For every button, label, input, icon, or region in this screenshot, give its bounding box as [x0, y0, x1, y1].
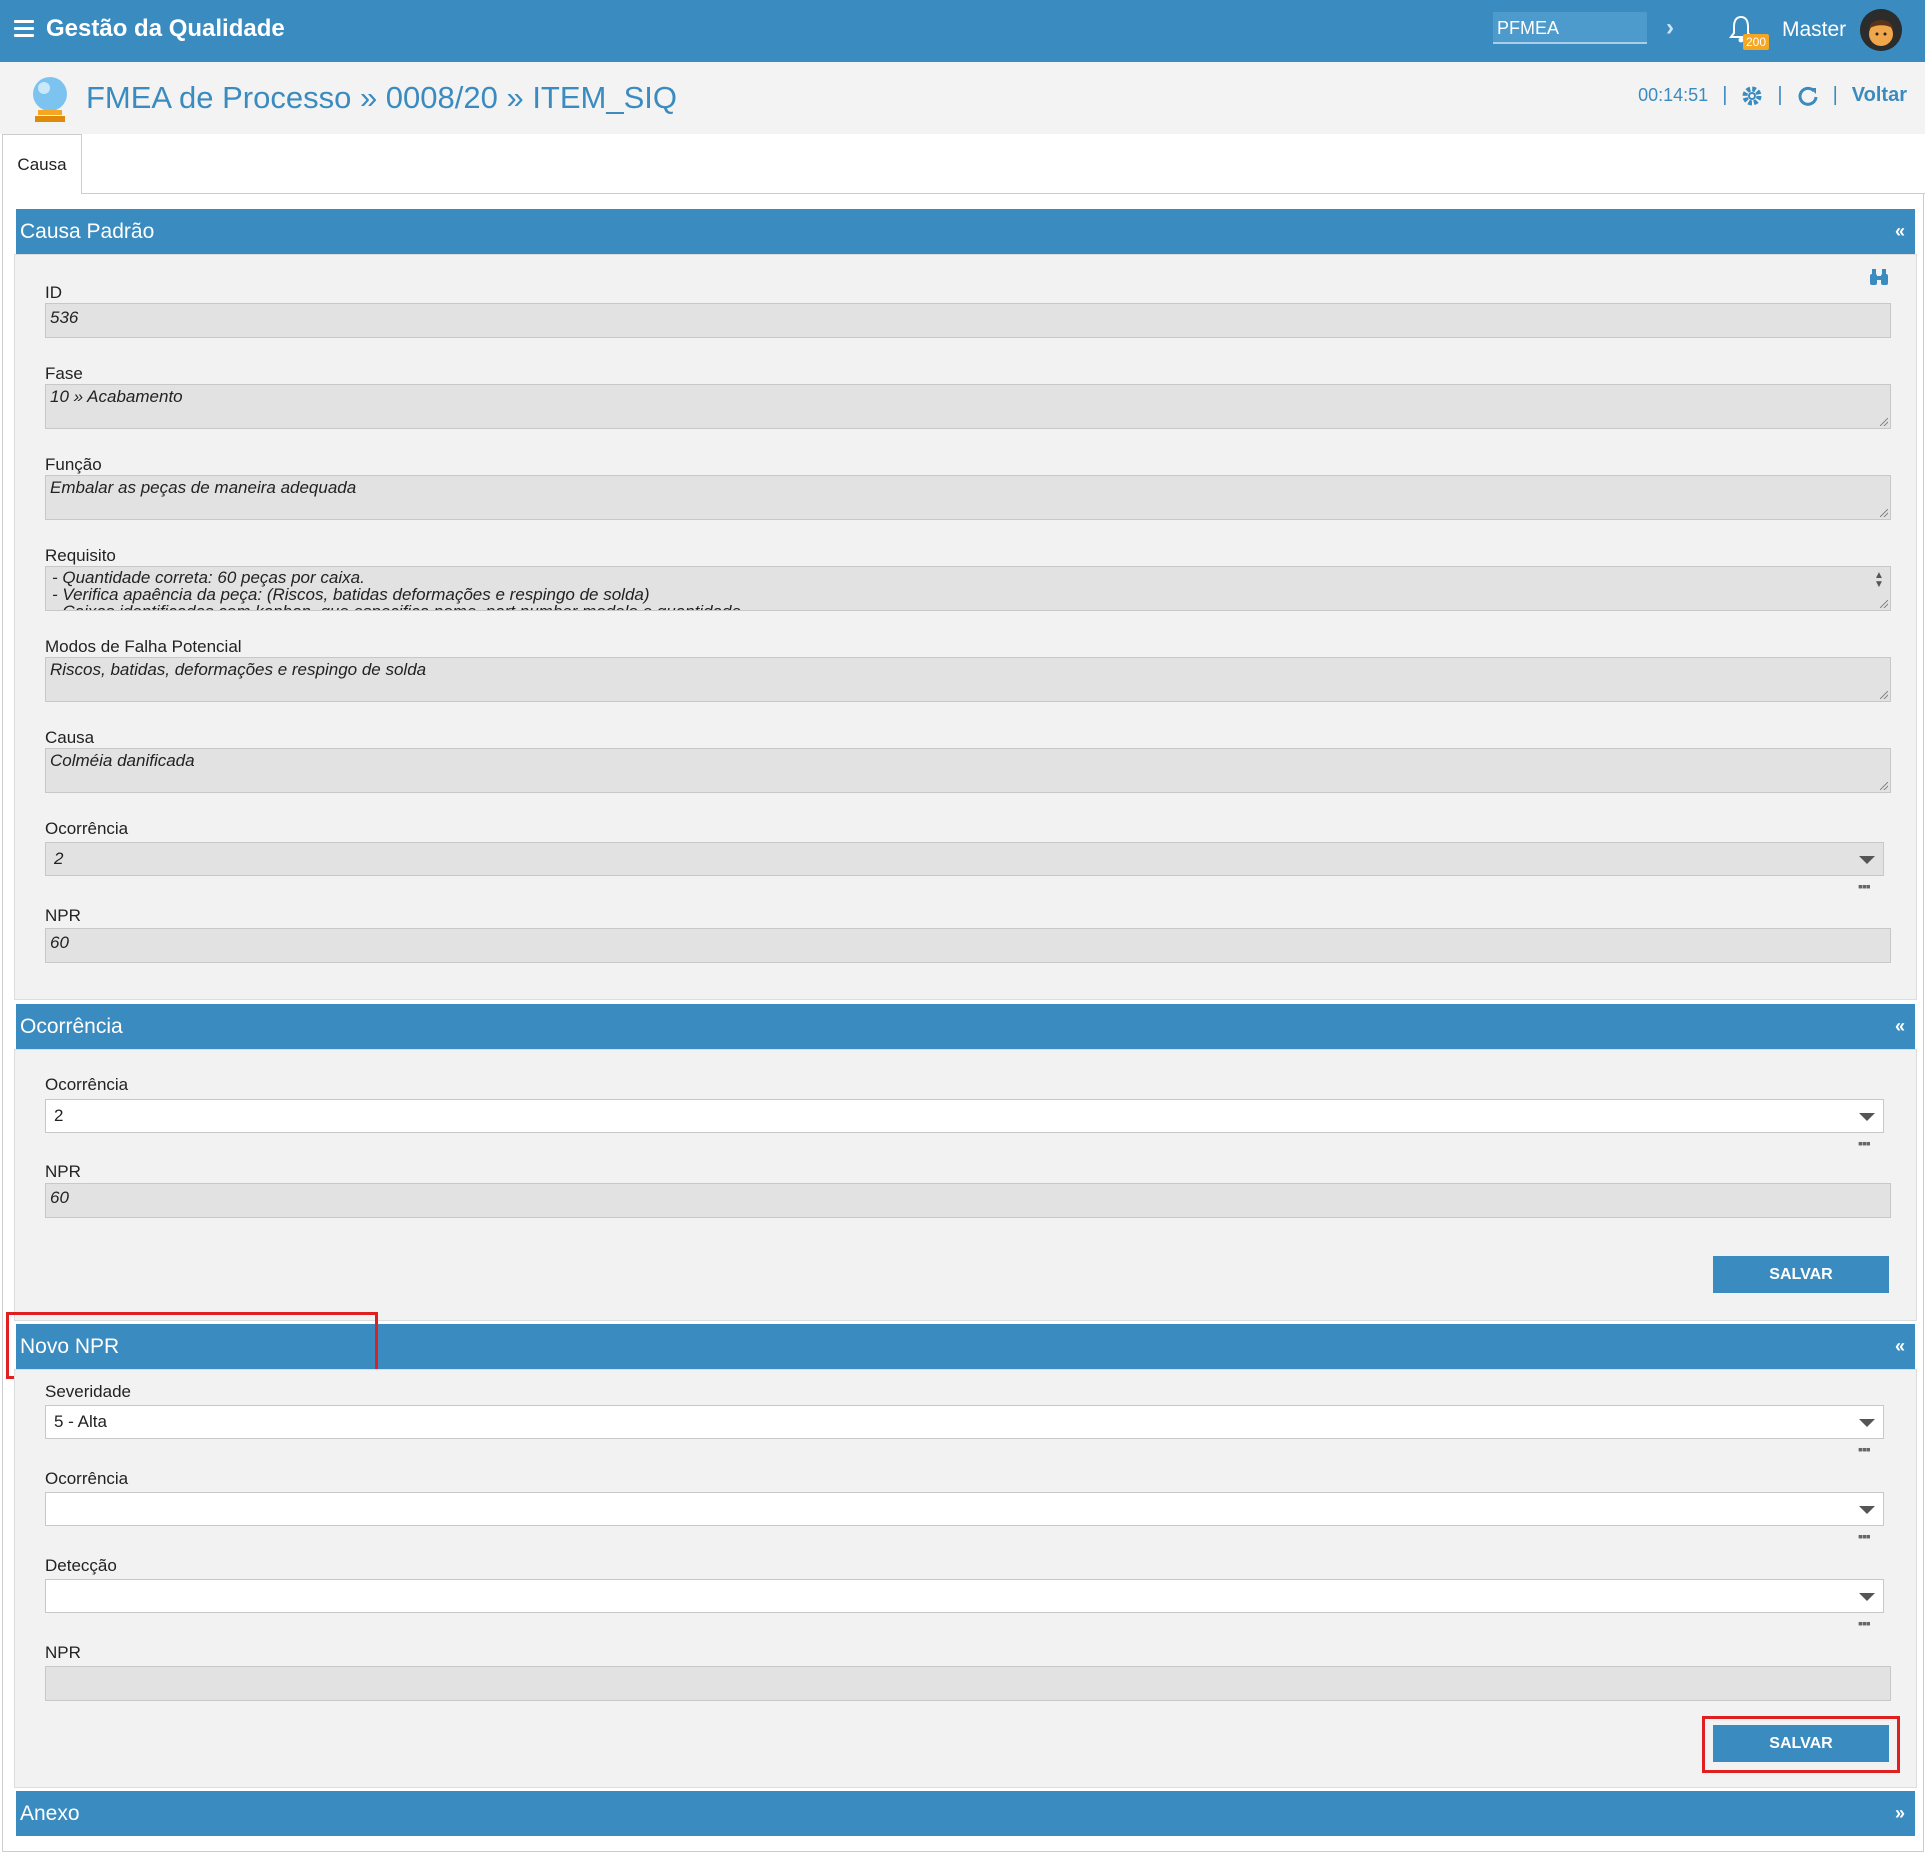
requisito-line: - Verifica apaência da peça: (Riscos, ba…: [52, 585, 650, 604]
top-bar: Gestão da Qualidade PFMEA › 200 Master: [0, 0, 1925, 62]
divider: |: [1722, 84, 1728, 106]
collapse-icon[interactable]: «: [1895, 1324, 1905, 1369]
ocorrencia-label: Ocorrência: [45, 1075, 129, 1094]
ocorrencia-select[interactable]: [45, 1492, 1884, 1526]
more-options-icon[interactable]: ▪▪▪: [1858, 1615, 1871, 1631]
user-name[interactable]: Master: [1782, 18, 1846, 42]
modos-falha-field: Riscos, batidas, deformações e respingo …: [45, 657, 1891, 702]
ocorrencia-label: Ocorrência: [45, 819, 129, 838]
id-label: ID: [45, 283, 62, 302]
npr-field: 60: [45, 928, 1891, 963]
section-header-causa-padrao[interactable]: Causa Padrão «: [16, 209, 1915, 254]
npr-label: NPR: [45, 1162, 81, 1181]
more-options-icon[interactable]: ▪▪▪: [1858, 878, 1871, 894]
collapse-icon[interactable]: «: [1895, 1004, 1905, 1049]
gear-icon[interactable]: [1741, 85, 1763, 107]
select-value: 2: [54, 1106, 64, 1125]
save-button[interactable]: SALVAR: [1713, 1256, 1889, 1293]
app-title: Gestão da Qualidade: [46, 15, 285, 42]
refresh-icon[interactable]: [1797, 85, 1819, 107]
section-title: Ocorrência: [20, 1015, 123, 1038]
divider: |: [1777, 84, 1783, 106]
chevron-down-icon[interactable]: [1859, 1506, 1875, 1514]
modos-falha-label: Modos de Falha Potencial: [45, 637, 242, 656]
requisito-label: Requisito: [45, 546, 116, 565]
highlight-box: [1702, 1716, 1900, 1773]
funcao-field: Embalar as peças de maneira adequada: [45, 475, 1891, 520]
section-title: Causa Padrão: [20, 220, 155, 243]
select-value: 2: [54, 849, 64, 868]
expand-icon[interactable]: »: [1895, 1791, 1905, 1836]
module-search-input[interactable]: PFMEA: [1493, 12, 1647, 44]
collapse-icon[interactable]: «: [1895, 209, 1905, 254]
id-field: 536: [45, 303, 1891, 338]
ocorrencia-label: Ocorrência: [45, 1469, 129, 1488]
npr-field: 60: [45, 1183, 1891, 1218]
ocorrencia-select[interactable]: 2: [45, 1099, 1884, 1133]
chevron-down-icon[interactable]: [1859, 1419, 1875, 1427]
causa-label: Causa: [45, 728, 95, 747]
binoculars-icon[interactable]: [1868, 267, 1890, 287]
severidade-label: Severidade: [45, 1382, 132, 1401]
select-value: 5 - Alta: [54, 1412, 107, 1431]
more-options-icon[interactable]: ▪▪▪: [1858, 1135, 1871, 1151]
chevron-right-icon[interactable]: ›: [1666, 14, 1674, 42]
requisito-line: - Caixas identificadas com kanban, que e…: [52, 603, 1860, 610]
requisito-field[interactable]: - Quantidade correta: 60 peças por caixa…: [45, 566, 1891, 611]
npr-label: NPR: [45, 1643, 81, 1662]
more-options-icon[interactable]: ▪▪▪: [1858, 1528, 1871, 1544]
divider: |: [1832, 84, 1838, 106]
scroll-arrows-icon[interactable]: ▲ ▼: [1874, 571, 1884, 603]
chevron-down-icon: [1859, 856, 1875, 864]
tab-causa[interactable]: Causa: [2, 134, 82, 194]
chevron-down-icon[interactable]: [1859, 1113, 1875, 1121]
fase-field: 10 » Acabamento: [45, 384, 1891, 429]
severidade-select[interactable]: 5 - Alta: [45, 1405, 1884, 1439]
requisito-line: - Quantidade correta: 60 peças por caixa…: [52, 568, 365, 587]
page-header: FMEA de Processo » 0008/20 » ITEM_SIQ 00…: [0, 62, 1925, 134]
menu-icon[interactable]: [14, 20, 34, 38]
notification-badge: 200: [1743, 34, 1770, 50]
npr-label: NPR: [45, 906, 81, 925]
back-link[interactable]: Voltar: [1852, 84, 1907, 107]
header-actions: 00:14:51 | | | Voltar: [1638, 84, 1907, 107]
crystal-ball-icon: [33, 77, 67, 122]
section-body-causa-padrao: [14, 254, 1917, 1000]
causa-field: Colméia danificada: [45, 748, 1891, 793]
chevron-down-icon[interactable]: [1859, 1593, 1875, 1601]
session-timer: 00:14:51: [1638, 85, 1709, 105]
funcao-label: Função: [45, 455, 102, 474]
avatar[interactable]: [1860, 9, 1902, 51]
fase-label: Fase: [45, 364, 83, 383]
page-title: FMEA de Processo » 0008/20 » ITEM_SIQ: [86, 80, 678, 115]
ocorrencia-select-readonly: 2: [45, 842, 1884, 876]
npr-field: [45, 1666, 1891, 1701]
section-title: Anexo: [20, 1802, 80, 1825]
section-header-anexo[interactable]: Anexo »: [16, 1791, 1915, 1836]
more-options-icon[interactable]: ▪▪▪: [1858, 1441, 1871, 1457]
section-header-ocorrencia[interactable]: Ocorrência «: [16, 1004, 1915, 1049]
deteccao-select[interactable]: [45, 1579, 1884, 1613]
deteccao-label: Detecção: [45, 1556, 117, 1575]
